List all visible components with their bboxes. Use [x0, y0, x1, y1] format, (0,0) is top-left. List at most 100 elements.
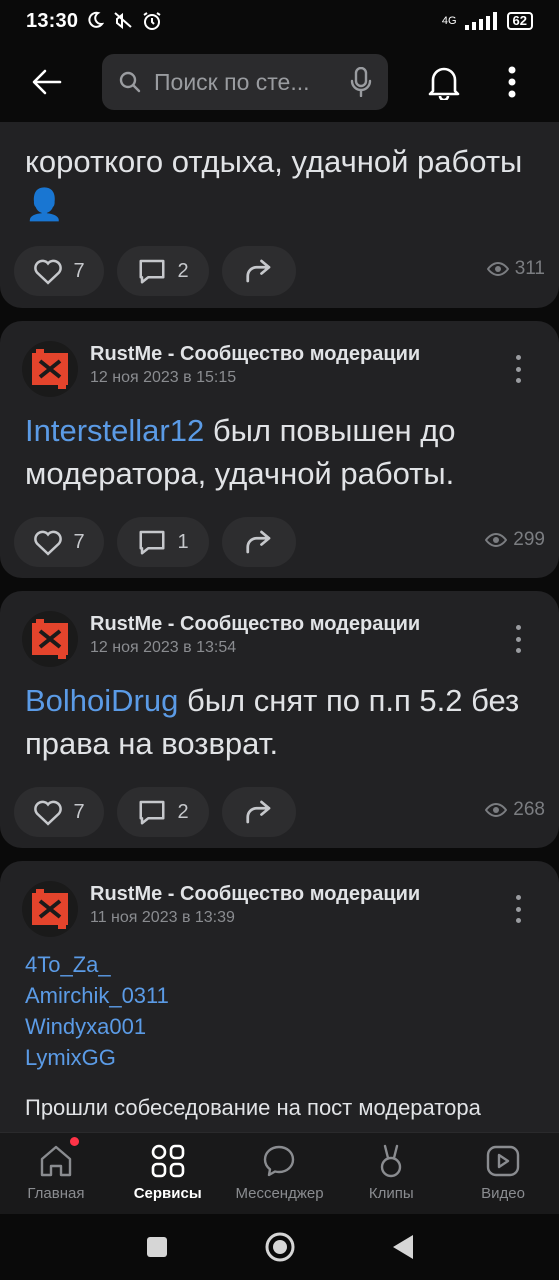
comment-button[interactable]: 2: [117, 787, 209, 837]
post-header: RustMe - Сообщество модерации 12 ноя 202…: [22, 341, 532, 397]
video-icon: [486, 1145, 520, 1177]
post-date: 12 ноя 2023 в 13:54: [90, 639, 237, 656]
clips-icon: [381, 1144, 402, 1178]
microphone-icon[interactable]: [350, 67, 372, 97]
search-icon: [119, 71, 141, 93]
back-button[interactable]: [24, 59, 70, 105]
group-avatar[interactable]: [22, 881, 78, 937]
tab-video[interactable]: Видео: [447, 1133, 559, 1214]
post-text: BolhoiDrug был снят по п.п 5.2 без права…: [25, 679, 535, 765]
post-body: Прошли собеседование на пост модератора: [25, 1095, 481, 1120]
user-mention-link[interactable]: LymixGG: [25, 1042, 169, 1073]
comment-icon: [139, 800, 165, 825]
like-button[interactable]: 7: [14, 517, 104, 567]
home-button-icon[interactable]: [264, 1231, 296, 1263]
tab-label: Сервисы: [133, 1185, 202, 1202]
post-date: 12 ноя 2023 в 15:15: [90, 369, 237, 386]
user-mention-link[interactable]: BolhoiDrug: [25, 683, 178, 718]
share-button[interactable]: [222, 787, 296, 837]
mute-icon: [114, 12, 132, 29]
alarm-icon: [143, 12, 161, 30]
group-name[interactable]: RustMe - Сообщество модерации: [90, 613, 420, 636]
views-count: 299: [513, 529, 545, 550]
comment-button[interactable]: 2: [117, 246, 209, 296]
heart-icon: [34, 800, 63, 826]
post-card: RustMe - Сообщество модерации 11 ноя 202…: [0, 861, 559, 1132]
post-actions: 7 2 268: [14, 787, 549, 837]
comment-icon: [139, 530, 165, 555]
more-options-button[interactable]: [508, 351, 528, 387]
rustme-logo-icon: [32, 349, 68, 389]
user-mention-link[interactable]: Interstellar12: [25, 413, 204, 448]
notification-badge: [70, 1137, 79, 1146]
post-actions: 7 2 311: [14, 246, 549, 296]
eye-icon: [485, 532, 508, 548]
views-count: 311: [514, 258, 545, 279]
post-header: RustMe - Сообщество модерации 11 ноя 202…: [22, 881, 532, 937]
comment-count: 2: [177, 800, 189, 823]
messenger-icon: [264, 1145, 295, 1177]
eye-icon: [486, 261, 509, 277]
search-placeholder: Поиск по сте...: [154, 68, 310, 95]
like-count: 7: [73, 800, 85, 823]
post-card: RustMe - Сообщество модерации 12 ноя 202…: [0, 321, 559, 578]
share-button[interactable]: [222, 246, 296, 296]
rustme-logo-icon: [32, 889, 68, 929]
post-text: короткого отдыха, удачной работы 👤: [25, 144, 523, 222]
kebab-icon: [508, 66, 516, 98]
like-count: 7: [73, 530, 85, 553]
post-actions: 7 1 299: [14, 517, 549, 567]
more-options-button[interactable]: [508, 621, 528, 657]
tab-label: Видео: [481, 1185, 525, 1202]
more-menu-button[interactable]: [494, 58, 530, 106]
heart-icon: [34, 259, 63, 285]
like-button[interactable]: 7: [14, 246, 104, 296]
group-name[interactable]: RustMe - Сообщество модерации: [90, 883, 420, 906]
eye-icon: [485, 802, 508, 818]
network-type: 4G: [441, 15, 457, 27]
notifications-button[interactable]: [420, 58, 468, 106]
user-links-list: 4To_Za_ Amirchik_0311 Windyxa001 LymixGG: [25, 949, 169, 1073]
comment-count: 1: [177, 530, 189, 553]
tab-services[interactable]: Сервисы: [112, 1133, 224, 1214]
news-feed[interactable]: короткого отдыха, удачной работы 👤 7 2 3…: [0, 0, 559, 1132]
comment-count: 2: [177, 259, 189, 282]
user-mention-link[interactable]: Amirchik_0311: [25, 980, 169, 1011]
more-options-button[interactable]: [508, 891, 528, 927]
post-date: 11 ноя 2023 в 13:39: [90, 909, 235, 926]
views-counter: 268: [485, 799, 545, 821]
tab-label: Мессенджер: [235, 1185, 324, 1202]
tab-label: Главная: [27, 1185, 85, 1202]
share-icon: [246, 530, 271, 554]
share-button[interactable]: [222, 517, 296, 567]
share-icon: [246, 800, 271, 824]
tab-clips[interactable]: Клипы: [335, 1133, 447, 1214]
back-triangle-icon[interactable]: [392, 1234, 414, 1260]
rustme-logo-icon: [32, 619, 68, 659]
back-arrow-icon: [32, 69, 62, 95]
group-avatar[interactable]: [22, 611, 78, 667]
status-time: 13:30: [26, 9, 79, 32]
user-mention-link[interactable]: Windyxa001: [25, 1011, 169, 1042]
like-button[interactable]: 7: [14, 787, 104, 837]
views-count: 268: [513, 799, 545, 820]
group-name[interactable]: RustMe - Сообщество модерации: [90, 343, 420, 366]
services-icon: [151, 1144, 184, 1178]
recents-icon[interactable]: [146, 1236, 168, 1258]
group-avatar[interactable]: [22, 341, 78, 397]
battery-indicator: 62: [506, 12, 533, 30]
status-bar: 13:30 4G 62: [0, 0, 559, 42]
post-text: Interstellar12 был повышен до модератора…: [25, 409, 535, 495]
user-mention-link[interactable]: 4To_Za_: [25, 949, 169, 980]
like-count: 7: [73, 259, 85, 282]
tab-label: Клипы: [368, 1185, 414, 1202]
post-card: RustMe - Сообщество модерации 12 ноя 202…: [0, 591, 559, 848]
top-bar: Поиск по сте...: [0, 42, 559, 122]
share-icon: [246, 259, 271, 283]
tab-messenger[interactable]: Мессенджер: [224, 1133, 336, 1214]
tab-home[interactable]: Главная: [0, 1133, 112, 1214]
search-field[interactable]: Поиск по сте...: [102, 54, 388, 110]
system-navigation-bar: [0, 1214, 559, 1280]
comment-button[interactable]: 1: [117, 517, 209, 567]
post-header: RustMe - Сообщество модерации 12 ноя 202…: [22, 611, 532, 667]
